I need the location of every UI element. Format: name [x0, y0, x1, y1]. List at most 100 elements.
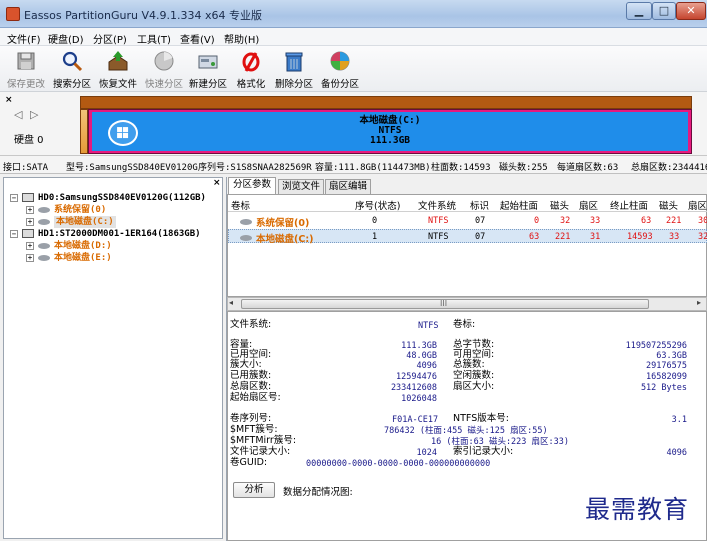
backup-partition-button[interactable]: 备份分区 — [318, 48, 362, 90]
partition-block-system-reserved[interactable] — [80, 109, 88, 154]
tree-expander[interactable]: + — [26, 254, 34, 262]
tree-close-icon[interactable]: × — [213, 178, 221, 188]
detail-label: 起始扇区号: — [230, 392, 281, 403]
tree-expander[interactable]: + — [26, 206, 34, 214]
tab-sector-edit[interactable]: 扇区编辑 — [325, 179, 371, 194]
search-partition-button[interactable]: 搜索分区 — [52, 48, 92, 90]
toolbar: 保存更改 搜索分区 恢复文件 快速分区 新建分区 格式化 删除分区 备份分区 — [0, 46, 707, 92]
detail-label: 卷标: — [453, 319, 476, 330]
menu-disk[interactable]: 硬盘(D) — [48, 31, 84, 46]
tree-expander[interactable]: + — [26, 218, 34, 226]
format-icon — [242, 52, 260, 72]
scroll-left-icon[interactable]: ◂ — [229, 298, 233, 307]
tree-item-hd0[interactable]: − HD0:SamsungSSD840EV0120G(112GB) — [4, 192, 218, 204]
info-total-sectors: 总扇区数:2344416 — [631, 163, 707, 173]
col-end-cylinder[interactable]: 终止柱面 — [610, 198, 648, 212]
col-id[interactable]: 标识 — [470, 198, 489, 212]
detail-value: 512 Bytes — [640, 383, 687, 393]
tree-expander[interactable]: + — [26, 242, 34, 250]
allocation-map-label: 数据分配情况图: — [283, 487, 353, 498]
info-cylinders: 柱面数:14593 — [431, 163, 491, 173]
col-end-sector[interactable]: 扇区 — [688, 198, 707, 212]
menu-partition[interactable]: 分区(P) — [93, 31, 127, 46]
info-capacity: 容量:111.8GB(114473MB) — [315, 163, 431, 173]
scroll-right-icon[interactable]: ▸ — [697, 298, 701, 307]
menu-help[interactable]: 帮助(H) — [224, 31, 259, 46]
partition-size: 111.3GB — [369, 135, 411, 146]
col-start-cylinder[interactable]: 起始柱面 — [500, 198, 538, 212]
partition-icon — [38, 255, 50, 261]
partition-icon — [240, 219, 252, 225]
detail-value: F01A-CE17 — [392, 415, 439, 425]
disk-nav-arrows-icon[interactable]: ◁ ▷ — [14, 108, 40, 121]
new-partition-button[interactable]: 新建分区 — [186, 48, 230, 90]
detail-value: 1024 — [416, 448, 437, 458]
search-icon — [62, 51, 83, 72]
minimize-button[interactable]: ▁ — [626, 2, 652, 20]
menu-bar: 文件(F) 硬盘(D) 分区(P) 工具(T) 查看(V) 帮助(H) — [0, 28, 707, 46]
detail-label: NTFS版本号: — [453, 413, 509, 424]
windows-logo-icon — [108, 120, 138, 146]
maximize-button[interactable]: □ — [652, 2, 676, 20]
tree-item-local-disk-e[interactable]: + 本地磁盘(E:) — [4, 252, 218, 264]
info-model: 型号:SamsungSSD840EV0120G — [66, 163, 198, 173]
save-changes-button[interactable]: 保存更改 — [6, 48, 46, 90]
detail-value: 48.0GB — [406, 351, 437, 361]
tree-item-local-disk-d[interactable]: + 本地磁盘(D:) — [4, 240, 218, 252]
col-volume-label[interactable]: 卷标 — [231, 198, 250, 212]
detail-label: 总簇数: — [453, 359, 485, 370]
tree-expander[interactable]: − — [10, 230, 18, 238]
info-heads: 磁头数:255 — [499, 163, 548, 173]
quick-partition-button[interactable]: 快速分区 — [142, 48, 186, 90]
tab-browse-files[interactable]: 浏览文件 — [278, 179, 324, 194]
format-button[interactable]: 格式化 — [232, 48, 270, 90]
disk-panel-close-icon[interactable]: × — [5, 95, 13, 105]
detail-value: 1026048 — [401, 394, 437, 404]
col-start-head[interactable]: 磁头 — [550, 198, 569, 212]
col-filesystem[interactable]: 文件系统 — [418, 198, 456, 212]
recover-files-button[interactable]: 恢复文件 — [96, 48, 140, 90]
detail-value: 00000000-0000-0000-0000-000000000000 — [306, 459, 491, 469]
detail-label: 扇区大小: — [453, 381, 495, 392]
delete-partition-button[interactable]: 删除分区 — [272, 48, 316, 90]
col-index-status[interactable]: 序号(状态) — [355, 198, 400, 212]
menu-file[interactable]: 文件(F) — [7, 31, 41, 46]
partition-icon — [38, 207, 50, 213]
detail-label: 空闲簇数: — [453, 370, 495, 381]
detail-value: 12594476 — [396, 372, 437, 382]
table-header-divider — [228, 211, 707, 212]
tree-item-local-disk-c[interactable]: + 本地磁盘(C:) — [4, 216, 218, 228]
detail-label: $MFTMirr簇号: — [230, 435, 297, 446]
detail-value: 111.3GB — [401, 341, 437, 351]
detail-label: 文件系统: — [230, 319, 272, 330]
recover-files-icon — [108, 51, 128, 71]
menu-tools[interactable]: 工具(T) — [137, 31, 171, 46]
partition-icon — [38, 219, 50, 225]
detail-value: 3.1 — [671, 415, 687, 425]
detail-label: 已用簇数: — [230, 370, 272, 381]
tree-expander[interactable]: − — [10, 194, 18, 202]
detail-value: 16582099 — [646, 372, 687, 382]
watermark-logo: 最需教育 — [585, 495, 690, 524]
hard-disk-icon — [22, 193, 34, 202]
analyze-button[interactable]: 分析 — [233, 482, 275, 498]
col-end-head[interactable]: 磁头 — [659, 198, 678, 212]
detail-label: 索引记录大小: — [453, 446, 514, 457]
info-sectors-per-track: 每道扇区数:63 — [557, 163, 619, 173]
tree-item-system-reserved[interactable]: + 系统保留(0) — [4, 204, 218, 216]
detail-label: 卷GUID: — [230, 457, 268, 468]
detail-value: 119507255296 — [625, 341, 687, 351]
col-start-sector[interactable]: 扇区 — [579, 198, 598, 212]
quick-partition-icon — [154, 51, 174, 71]
disk-info-line: 接口:SATA 型号:SamsungSSD840EV0120G 序列号:S1S8… — [0, 156, 707, 174]
disk-bar-header — [80, 96, 692, 109]
backup-partition-icon — [330, 51, 350, 71]
tab-partition-params[interactable]: 分区参数 — [228, 177, 276, 194]
disk-tree-panel: − HD0:SamsungSSD840EV0120G(112GB) + 系统保留… — [3, 177, 223, 539]
partition-icon — [240, 235, 252, 241]
close-button[interactable]: ✕ — [676, 2, 706, 20]
detail-value: 4096 — [666, 448, 687, 458]
menu-view[interactable]: 查看(V) — [180, 31, 215, 46]
tree-item-hd1[interactable]: − HD1:ST2000DM001-1ER164(1863GB) — [4, 228, 218, 240]
delete-partition-icon — [285, 52, 303, 72]
